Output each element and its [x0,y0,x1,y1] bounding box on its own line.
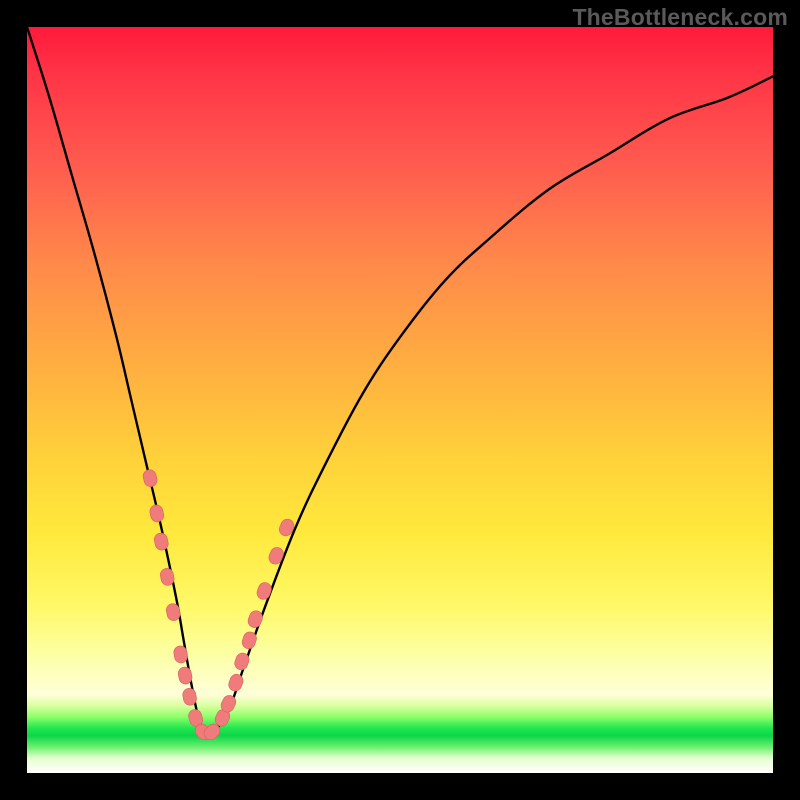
bottleneck-curve-path [27,27,773,734]
curve-marker [246,609,264,629]
curve-markers [142,468,296,742]
curve-group [27,27,773,734]
chart-frame: TheBottleneck.com [0,0,800,800]
curve-marker [149,504,165,523]
bottleneck-curve-svg [27,27,773,773]
watermark-text: TheBottleneck.com [572,4,788,31]
curve-marker [142,468,159,488]
curve-marker [255,581,273,601]
